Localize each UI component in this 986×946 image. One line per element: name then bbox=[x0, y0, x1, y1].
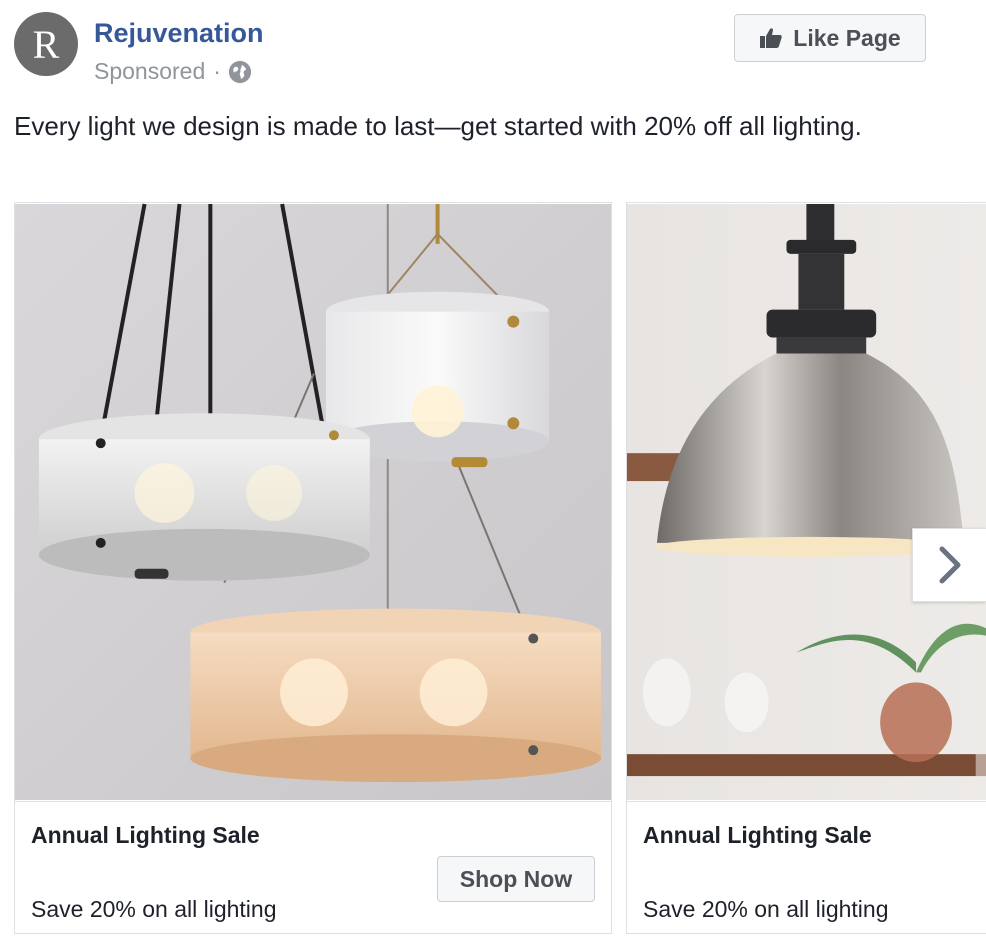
post-header: R Rejuvenation Sponsored · Like Page bbox=[0, 0, 986, 100]
card-title[interactable]: Annual Lighting Sale bbox=[643, 822, 872, 849]
pendant-lights-image[interactable] bbox=[15, 203, 611, 801]
card-title[interactable]: Annual Lighting Sale bbox=[31, 822, 260, 849]
pendant-light-image[interactable] bbox=[627, 203, 986, 801]
globe-icon[interactable] bbox=[228, 60, 251, 83]
card-footer: Annual Lighting Sale Shop Now Save 20% o… bbox=[15, 801, 611, 933]
post-caption: Every light we design is made to last—ge… bbox=[14, 111, 862, 141]
card-footer: Annual Lighting Sale Save 20% on all lig… bbox=[627, 801, 986, 933]
carousel-next-button[interactable] bbox=[912, 528, 986, 602]
page-avatar[interactable]: R bbox=[14, 12, 78, 76]
ad-carousel: Annual Lighting Sale Shop Now Save 20% o… bbox=[0, 202, 986, 936]
page-name-link[interactable]: Rejuvenation bbox=[94, 18, 264, 49]
sponsored-label[interactable]: Sponsored bbox=[94, 58, 205, 85]
like-page-label: Like Page bbox=[793, 24, 901, 51]
card-description: Save 20% on all lighting bbox=[31, 896, 277, 922]
avatar-letter: R bbox=[32, 21, 60, 67]
separator-dot: · bbox=[213, 58, 221, 84]
shop-now-button[interactable]: Shop Now bbox=[437, 856, 595, 902]
thumbs-up-icon bbox=[760, 28, 782, 48]
chevron-right-icon bbox=[939, 546, 960, 584]
sponsored-row: Sponsored · bbox=[94, 58, 251, 85]
carousel-card[interactable]: Annual Lighting Sale Shop Now Save 20% o… bbox=[14, 202, 612, 934]
card-description: Save 20% on all lighting bbox=[643, 896, 889, 922]
like-page-button[interactable]: Like Page bbox=[734, 14, 926, 62]
